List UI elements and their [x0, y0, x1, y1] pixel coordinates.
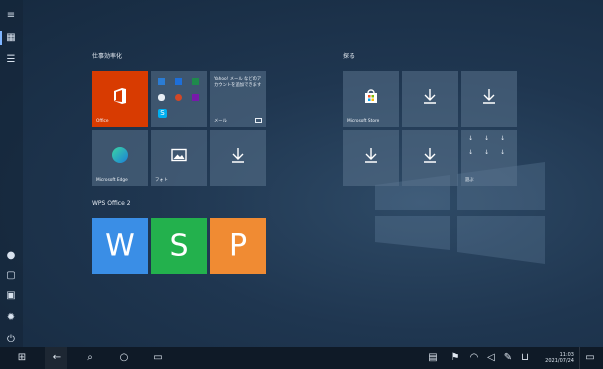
user-account-icon[interactable]: ● — [5, 250, 17, 262]
pen-icon[interactable]: ✎ — [502, 352, 514, 364]
ime-icon[interactable]: ⊔ — [519, 352, 531, 364]
group-label-explore: 探る — [343, 53, 356, 60]
clock[interactable]: 11:03 2021/07/24 — [538, 353, 574, 364]
windows-start-icon[interactable]: ⊞ — [16, 352, 28, 364]
edge-icon — [112, 147, 128, 164]
tile-microsoft-store[interactable]: Microsoft Store — [343, 71, 399, 127]
clock-date: 2021/07/24 — [545, 358, 574, 364]
onedrive-icon — [158, 94, 165, 101]
tile-wps-spreadsheets[interactable]: S — [151, 218, 207, 274]
tile-play-label: 遊ぶ — [465, 178, 474, 183]
power-icon[interactable]: ⏻ — [5, 334, 17, 346]
download-arrow-icon — [424, 148, 436, 163]
mail-promo-text: Yahoo! メール などのアカウントを追加できます — [214, 77, 262, 88]
network-icon[interactable]: ◠ — [468, 352, 480, 364]
mini-download-icon: ↓ — [484, 149, 490, 156]
photos-icon — [171, 148, 187, 162]
wps-writer-icon: W — [105, 228, 135, 264]
mini-download-icon: ↓ — [500, 149, 506, 156]
action-center-icon[interactable]: ▭ — [584, 352, 596, 364]
tile-mail[interactable]: Yahoo! メール などのアカウントを追加できます メール — [210, 71, 266, 127]
tile-photos-label: フォト — [155, 178, 168, 183]
taskbar: ⊞ ← ⌕ ○ ▭ ▤ ⚑ ◠ ◁ ✎ ⊔ 11:03 2021/07/24 ▭ — [0, 347, 603, 369]
search-icon[interactable]: ⌕ — [84, 352, 96, 364]
search-button[interactable] — [45, 347, 67, 369]
store-bag-icon — [365, 89, 377, 104]
group-label-productivity: 仕事効率化 — [92, 53, 123, 60]
settings-gear-icon[interactable]: ✹ — [5, 312, 17, 324]
wps-spreadsheets-icon: S — [169, 228, 189, 264]
flag-icon[interactable]: ⚑ — [449, 352, 461, 364]
skype-icon: S — [158, 109, 167, 118]
office-apps-grid: S — [156, 76, 202, 121]
taskbar-divider — [579, 347, 580, 369]
powerpoint-icon — [175, 94, 182, 101]
tile-wps-writer[interactable]: W — [92, 218, 148, 274]
tile-download-5[interactable] — [402, 130, 458, 186]
tile-edge-label: Microsoft Edge — [96, 178, 128, 183]
tile-download-2[interactable] — [402, 71, 458, 127]
documents-icon[interactable]: ▢ — [5, 270, 17, 282]
mini-download-icon: ↓ — [468, 149, 474, 156]
all-apps-icon[interactable]: ☰ — [5, 54, 17, 66]
start-screen: ≡ ▦ ☰ ● ▢ ▣ ✹ ⏻ 仕事効率化 探る WPS Office 2 Of… — [0, 0, 603, 369]
word-icon — [158, 78, 165, 85]
pinned-tiles-icon[interactable]: ▦ — [5, 32, 17, 44]
tile-download-1[interactable] — [210, 130, 266, 186]
tile-office[interactable]: Office — [92, 71, 148, 127]
tile-mail-label: メール — [214, 119, 227, 124]
tile-edge[interactable]: Microsoft Edge — [92, 130, 148, 186]
download-arrow-icon — [365, 148, 377, 163]
tile-office-label: Office — [96, 119, 109, 124]
start-left-rail: ≡ ▦ ☰ ● ▢ ▣ ✹ ⏻ — [0, 0, 23, 347]
excel-icon — [192, 78, 199, 85]
tile-wps-presentation[interactable]: P — [210, 218, 266, 274]
tile-download-4[interactable] — [343, 130, 399, 186]
task-view-icon[interactable]: ▭ — [152, 352, 164, 364]
wps-presentation-icon: P — [228, 228, 248, 264]
keyboard-icon[interactable]: ▤ — [427, 352, 439, 364]
tile-play-folder[interactable]: ↓ ↓ ↓ ↓ ↓ ↓ 遊ぶ — [461, 130, 517, 186]
tile-store-label: Microsoft Store — [347, 119, 380, 124]
group-label-wps: WPS Office 2 — [92, 200, 131, 207]
active-indicator — [0, 31, 2, 45]
mini-download-icon: ↓ — [468, 135, 474, 142]
tile-photos[interactable]: フォト — [151, 130, 207, 186]
download-arrow-icon — [483, 89, 495, 104]
volume-icon[interactable]: ◁ — [485, 352, 497, 364]
download-arrow-icon — [424, 89, 436, 104]
tile-office-apps[interactable]: S — [151, 71, 207, 127]
cortana-icon[interactable]: ○ — [118, 352, 130, 364]
onenote-icon — [192, 94, 199, 101]
tile-download-3[interactable] — [461, 71, 517, 127]
mail-icon — [255, 118, 262, 123]
mini-download-icon: ↓ — [484, 135, 490, 142]
mini-download-icon: ↓ — [500, 135, 506, 142]
office-icon — [114, 88, 126, 105]
download-arrow-icon — [232, 148, 244, 163]
pictures-icon[interactable]: ▣ — [5, 290, 17, 302]
play-folder-grid: ↓ ↓ ↓ ↓ ↓ ↓ — [468, 135, 512, 165]
hamburger-menu-icon[interactable]: ≡ — [5, 10, 17, 22]
outlook-icon — [175, 78, 182, 85]
